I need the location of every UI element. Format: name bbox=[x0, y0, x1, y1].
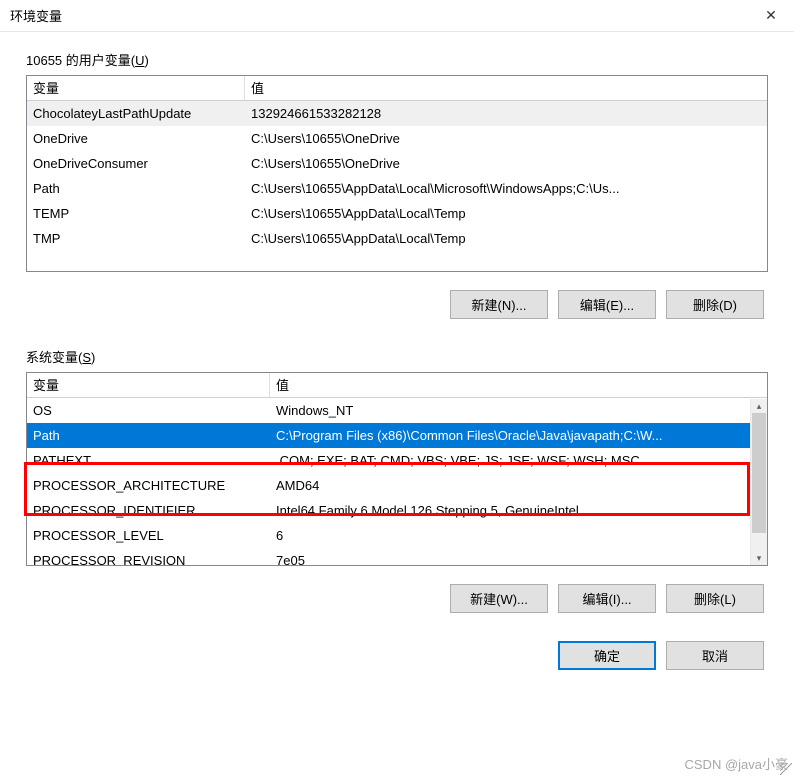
cell-val: .COM;.EXE;.BAT;.CMD;.VBS;.VBE;.JS;.JSE;.… bbox=[270, 448, 767, 473]
cell-var: OneDriveConsumer bbox=[27, 151, 245, 176]
sys-vars-header-val[interactable]: 值 bbox=[270, 373, 767, 397]
sys-vars-header-var[interactable]: 变量 bbox=[27, 373, 270, 397]
content: 10655 的用户变量(U) 变量 值 ChocolateyLastPathUp… bbox=[0, 32, 794, 613]
cell-var: PROCESSOR_REVISION bbox=[27, 548, 270, 566]
table-row[interactable]: TMP C:\Users\10655\AppData\Local\Temp bbox=[27, 226, 767, 251]
cell-val: Intel64 Family 6 Model 126 Stepping 5, G… bbox=[270, 498, 767, 523]
cell-var: TEMP bbox=[27, 201, 245, 226]
cell-val: Windows_NT bbox=[270, 398, 767, 423]
cell-var: Path bbox=[27, 176, 245, 201]
cell-val: 7e05 bbox=[270, 548, 767, 566]
user-vars-label: 10655 的用户变量(U) bbox=[26, 50, 768, 69]
cell-var: Path bbox=[27, 423, 270, 448]
ok-button[interactable]: 确定 bbox=[558, 641, 656, 670]
sys-vars-header-row: 变量 值 bbox=[27, 373, 767, 398]
scrollbar-thumb[interactable] bbox=[752, 413, 766, 533]
cell-val: C:\Users\10655\AppData\Local\Temp bbox=[245, 201, 767, 226]
user-vars-buttons: 新建(N)... 编辑(E)... 删除(D) bbox=[26, 272, 768, 319]
sys-vars-label-post: ) bbox=[91, 350, 95, 365]
sys-vars-table[interactable]: 变量 值 OS Windows_NT Path C:\Program Files… bbox=[26, 372, 768, 566]
cell-var: OS bbox=[27, 398, 270, 423]
sys-vars-buttons: 新建(W)... 编辑(I)... 删除(L) bbox=[26, 566, 768, 613]
cell-val: AMD64 bbox=[270, 473, 767, 498]
user-new-button[interactable]: 新建(N)... bbox=[450, 290, 548, 319]
watermark: CSDN @java小豪 bbox=[685, 754, 789, 773]
cell-val: C:\Users\10655\AppData\Local\Temp bbox=[245, 226, 767, 251]
sys-new-button[interactable]: 新建(W)... bbox=[450, 584, 548, 613]
sys-vars-label-key: S bbox=[82, 350, 91, 365]
user-vars-label-post: ) bbox=[144, 53, 148, 68]
sys-vars-label-pre: 系统变量( bbox=[26, 350, 82, 365]
table-row[interactable]: PROCESSOR_LEVEL 6 bbox=[27, 523, 767, 548]
user-vars-table[interactable]: 变量 值 ChocolateyLastPathUpdate 1329246615… bbox=[26, 75, 768, 272]
user-vars-header-val[interactable]: 值 bbox=[245, 76, 767, 100]
cell-val: 132924661533282128 bbox=[245, 101, 767, 126]
window-title: 环境变量 bbox=[10, 6, 62, 25]
cell-val: C:\Users\10655\OneDrive bbox=[245, 151, 767, 176]
sys-vars-scrollbar[interactable]: ▴ ▾ bbox=[750, 399, 767, 565]
cell-val: C:\Users\10655\AppData\Local\Microsoft\W… bbox=[245, 176, 767, 201]
scroll-down-icon[interactable]: ▾ bbox=[751, 551, 767, 565]
cell-val: 6 bbox=[270, 523, 767, 548]
cell-var: PROCESSOR_LEVEL bbox=[27, 523, 270, 548]
user-vars-header-var[interactable]: 变量 bbox=[27, 76, 245, 100]
sys-delete-button[interactable]: 删除(L) bbox=[666, 584, 764, 613]
dialog-footer: 确定 取消 bbox=[0, 613, 794, 670]
sys-vars-label: 系统变量(S) bbox=[26, 347, 768, 366]
cell-var: PROCESSOR_IDENTIFIER bbox=[27, 498, 270, 523]
table-row[interactable]: TEMP C:\Users\10655\AppData\Local\Temp bbox=[27, 201, 767, 226]
table-row[interactable]: OneDrive C:\Users\10655\OneDrive bbox=[27, 126, 767, 151]
cell-val: C:\Users\10655\OneDrive bbox=[245, 126, 767, 151]
table-row[interactable]: PROCESSOR_ARCHITECTURE AMD64 bbox=[27, 473, 767, 498]
sys-edit-button[interactable]: 编辑(I)... bbox=[558, 584, 656, 613]
table-row[interactable]: OS Windows_NT bbox=[27, 398, 767, 423]
table-row[interactable]: PROCESSOR_REVISION 7e05 bbox=[27, 548, 767, 566]
cell-var: PATHEXT bbox=[27, 448, 270, 473]
user-edit-button[interactable]: 编辑(E)... bbox=[558, 290, 656, 319]
cell-var: OneDrive bbox=[27, 126, 245, 151]
titlebar: 环境变量 ✕ bbox=[0, 0, 794, 32]
table-row[interactable]: OneDriveConsumer C:\Users\10655\OneDrive bbox=[27, 151, 767, 176]
cell-var: ChocolateyLastPathUpdate bbox=[27, 101, 245, 126]
user-vars-header-row: 变量 值 bbox=[27, 76, 767, 101]
scroll-up-icon[interactable]: ▴ bbox=[751, 399, 767, 413]
user-vars-label-pre: 10655 的用户变量( bbox=[26, 53, 135, 68]
cancel-button[interactable]: 取消 bbox=[666, 641, 764, 670]
resize-grip-icon[interactable] bbox=[780, 763, 792, 775]
table-row[interactable]: ChocolateyLastPathUpdate 132924661533282… bbox=[27, 101, 767, 126]
user-delete-button[interactable]: 删除(D) bbox=[666, 290, 764, 319]
table-row[interactable]: Path C:\Program Files (x86)\Common Files… bbox=[27, 423, 767, 448]
cell-var: PROCESSOR_ARCHITECTURE bbox=[27, 473, 270, 498]
table-row[interactable]: PATHEXT .COM;.EXE;.BAT;.CMD;.VBS;.VBE;.J… bbox=[27, 448, 767, 473]
table-row[interactable]: Path C:\Users\10655\AppData\Local\Micros… bbox=[27, 176, 767, 201]
cell-val: C:\Program Files (x86)\Common Files\Orac… bbox=[270, 423, 767, 448]
table-row[interactable]: PROCESSOR_IDENTIFIER Intel64 Family 6 Mo… bbox=[27, 498, 767, 523]
close-icon: ✕ bbox=[765, 7, 777, 24]
close-button[interactable]: ✕ bbox=[748, 0, 794, 32]
cell-var: TMP bbox=[27, 226, 245, 251]
